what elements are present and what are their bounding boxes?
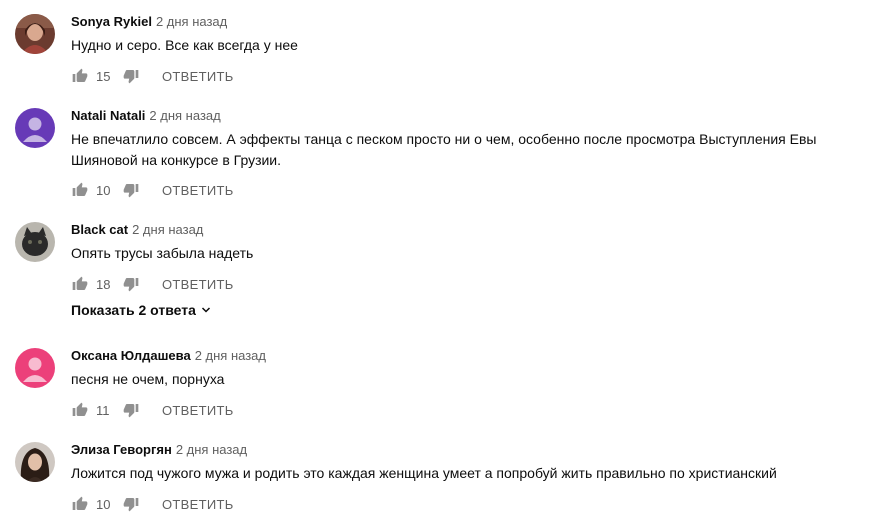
dislike-button[interactable] (122, 401, 140, 419)
comment-header: Элиза Геворгян 2 дня назад (71, 442, 247, 458)
comment-line: Опять трусы забыла надеть (71, 245, 254, 261)
show-replies-button[interactable]: Показать 2 ответа (71, 302, 212, 318)
like-count: 18 (96, 276, 111, 292)
dislike-button[interactable] (122, 67, 140, 85)
like-count: 11 (96, 402, 110, 418)
author-name[interactable]: Sonya Rykiel (71, 14, 152, 29)
comment-header: Sonya Rykiel 2 дня назад (71, 14, 227, 30)
thumbs-down-icon (123, 184, 139, 198)
reply-button[interactable]: ОТВЕТИТЬ (162, 497, 234, 512)
comment-time[interactable]: 2 дня назад (132, 222, 203, 237)
reply-button[interactable]: ОТВЕТИТЬ (162, 277, 234, 292)
thumbs-up-icon (72, 402, 88, 416)
comment-header: Natali Natali 2 дня назад (71, 108, 221, 124)
comment-time[interactable]: 2 дня назад (195, 348, 266, 363)
photo-woman-curly-icon[interactable] (15, 442, 55, 482)
comment-actions: 10 ОТВЕТИТЬ (71, 494, 234, 514)
thumbs-down-icon (123, 404, 139, 418)
like-count: 15 (96, 68, 111, 84)
thumbs-up-icon (72, 496, 88, 510)
comment-line: песня не очем, порнуха (71, 371, 225, 387)
comment-time[interactable]: 2 дня назад (156, 14, 227, 29)
chevron-down-icon (201, 307, 210, 313)
thumbs-up-icon (72, 276, 88, 290)
comment-text: Ложится под чужого мужа и родить это каж… (71, 463, 851, 484)
dislike-button[interactable] (122, 275, 140, 293)
author-name[interactable]: Оксана Юлдашева (71, 348, 191, 363)
show-replies-label: Показать 2 ответа (71, 302, 196, 318)
comment-line: Не впечатлило совсем. А эффекты танца с … (71, 131, 817, 147)
like-button[interactable] (71, 67, 89, 85)
comment-text: Опять трусы забыла надеть (71, 243, 851, 264)
dislike-button[interactable] (122, 181, 140, 199)
like-count: 10 (96, 496, 111, 512)
thumbs-up-icon (72, 182, 88, 196)
comment-actions: 18 ОТВЕТИТЬ (71, 274, 234, 294)
comment-header: Оксана Юлдашева 2 дня назад (71, 348, 266, 364)
like-button[interactable] (71, 275, 89, 293)
like-button[interactable] (71, 401, 89, 419)
comment-text: Не впечатлило совсем. А эффекты танца с … (71, 129, 851, 171)
thumbs-up-icon (72, 68, 88, 82)
author-name[interactable]: Black cat (71, 222, 128, 237)
reply-button[interactable]: ОТВЕТИТЬ (162, 69, 234, 84)
like-count: 10 (96, 182, 111, 198)
dislike-button[interactable] (122, 495, 140, 513)
reply-button[interactable]: ОТВЕТИТЬ (162, 183, 234, 198)
comment-line: Шияновой на конкурсе в Грузии. (71, 152, 282, 168)
comment-actions: 10 ОТВЕТИТЬ (71, 180, 234, 200)
comment-header: Black cat 2 дня назад (71, 222, 203, 238)
comment-time[interactable]: 2 дня назад (149, 108, 220, 123)
thumbs-down-icon (123, 498, 139, 512)
author-name[interactable]: Natali Natali (71, 108, 145, 123)
comment-line: Ложится под чужого мужа и родить это каж… (71, 465, 777, 481)
thumbs-down-icon (123, 278, 139, 292)
comment-actions: 15 ОТВЕТИТЬ (71, 66, 234, 86)
like-button[interactable] (71, 181, 89, 199)
comment-actions: 11 ОТВЕТИТЬ (71, 400, 234, 420)
comment-time[interactable]: 2 дня назад (176, 442, 247, 457)
comment-text: Нудно и серо. Все как всегда у нее (71, 35, 851, 56)
comment-text: песня не очем, порнуха (71, 369, 851, 390)
comment-line: Нудно и серо. Все как всегда у нее (71, 37, 298, 53)
photo-black-cat-icon[interactable] (15, 222, 55, 262)
reply-button[interactable]: ОТВЕТИТЬ (162, 403, 234, 418)
default-user-purple-icon[interactable] (15, 108, 55, 148)
thumbs-down-icon (123, 70, 139, 84)
default-user-pink-icon[interactable] (15, 348, 55, 388)
photo-woman-red-icon[interactable] (15, 14, 55, 54)
like-button[interactable] (71, 495, 89, 513)
author-name[interactable]: Элиза Геворгян (71, 442, 172, 457)
